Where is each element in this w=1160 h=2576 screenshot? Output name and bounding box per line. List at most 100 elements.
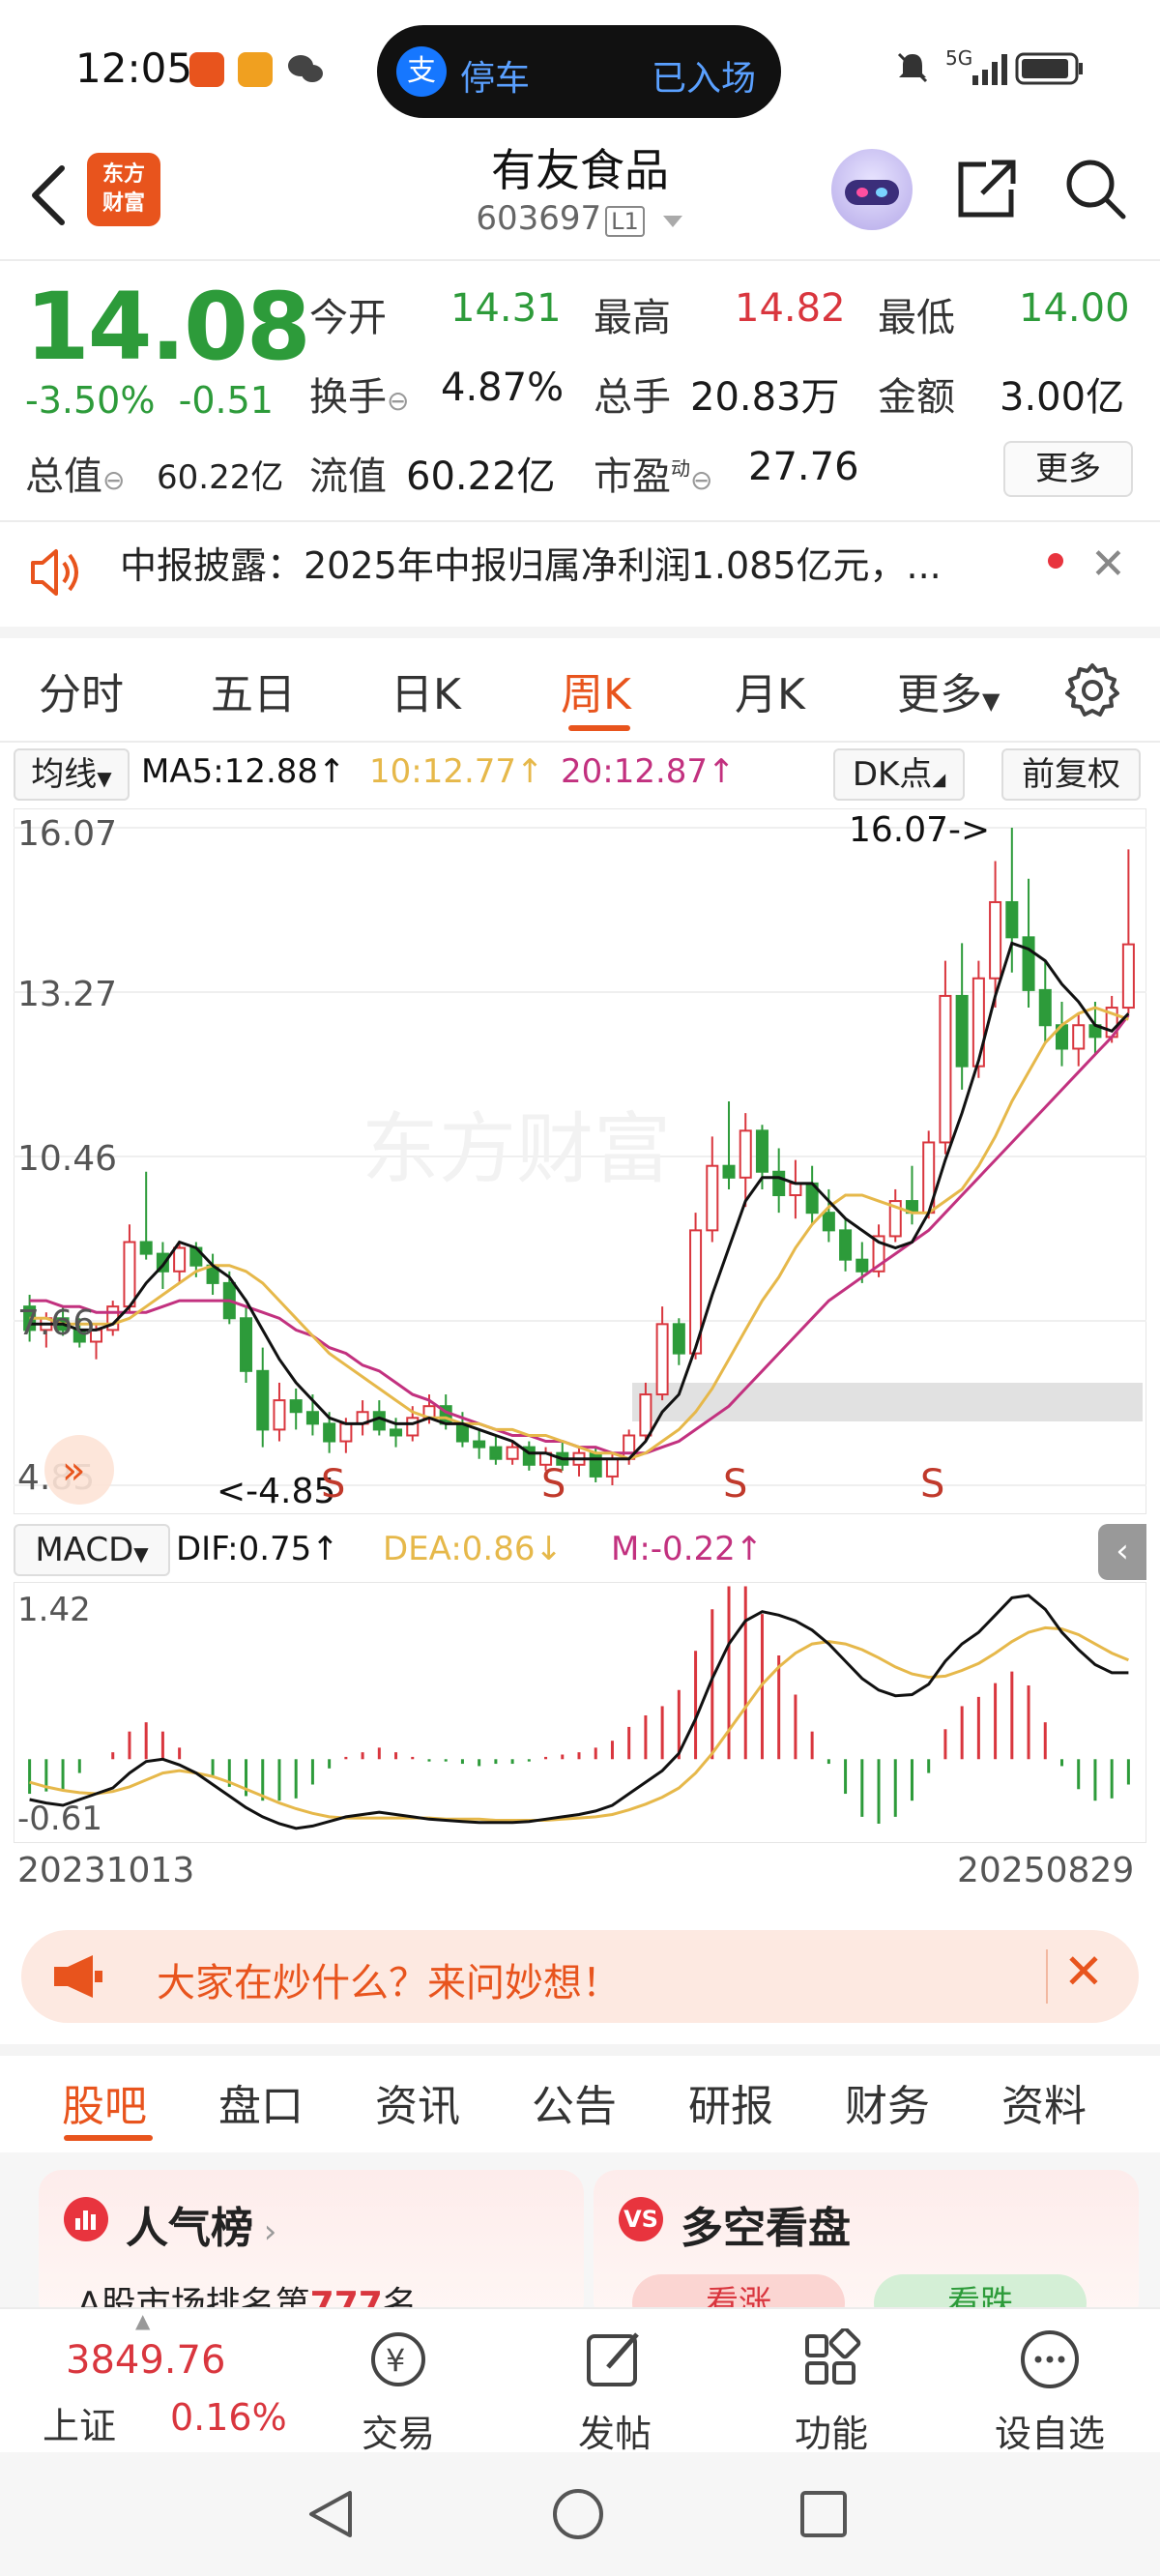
indicator-selector[interactable]: 均线▼ xyxy=(14,748,130,801)
low-label: 最低 xyxy=(878,296,955,340)
parking-status: 已入场 xyxy=(652,59,757,99)
chevron-left-icon: ‹ xyxy=(1116,1532,1129,1570)
high-label: 最高 xyxy=(594,296,671,340)
candle xyxy=(955,994,969,1068)
candle xyxy=(473,1440,486,1449)
gear-icon xyxy=(1065,663,1119,717)
functions-button[interactable]: 功能 xyxy=(754,2328,909,2457)
brand-logo-text: 东方 财富 xyxy=(102,162,145,216)
candle xyxy=(123,1241,136,1308)
active-tab-indicator xyxy=(568,725,630,731)
close-news-button[interactable]: ✕ xyxy=(1090,540,1126,589)
post-label: 发帖 xyxy=(577,2413,652,2455)
collapse-panel-button[interactable]: ‹ xyxy=(1098,1524,1146,1580)
tab-announcements[interactable]: 公告 xyxy=(532,2071,617,2133)
turnover-label-text: 换手 xyxy=(309,375,387,420)
popularity-card[interactable]: 人气榜 › A股市场排名第777名 xyxy=(39,2170,584,2325)
candle xyxy=(1005,900,1019,939)
post-button[interactable]: 发帖 xyxy=(537,2328,692,2457)
index-ticker[interactable]: ▲ 3849.76 上证 0.16% xyxy=(0,2309,290,2454)
tab-monthly-k[interactable]: 月K xyxy=(735,659,805,721)
stock-code-selector[interactable]: 603697 L1 xyxy=(387,199,773,238)
back-button[interactable] xyxy=(21,157,79,234)
unread-dot xyxy=(1048,553,1063,569)
news-headline[interactable]: 中报披露：2025年中报归属净利润1.085亿元，... xyxy=(120,536,1048,589)
x-axis-end-date: 20250829 xyxy=(957,1851,1135,1890)
news-ticker[interactable]: 中报披露：2025年中报归属净利润1.085亿元，... ✕ xyxy=(0,522,1160,629)
trade-button[interactable]: ¥ 交易 xyxy=(321,2328,476,2457)
share-button[interactable] xyxy=(953,155,1021,222)
macd-chart[interactable]: 1.42 -0.61 xyxy=(14,1582,1146,1843)
signal-icon xyxy=(971,50,1013,91)
more-quote-button[interactable]: 更多 xyxy=(1003,441,1133,497)
nav-recents-button[interactable] xyxy=(798,2489,849,2543)
candle xyxy=(972,977,985,1068)
dea-label: DEA:0.86↓ xyxy=(383,1530,563,1568)
pe-label[interactable]: 市盈动⊖ xyxy=(594,445,712,501)
tab-financials[interactable]: 财务 xyxy=(845,2071,930,2133)
chevron-right-icon: › xyxy=(253,2212,277,2251)
change-amount: -0.51 xyxy=(178,379,274,422)
market-cap-value: 60.22亿 xyxy=(157,458,284,497)
status-bar: 12:05 支 停车 已入场 5G xyxy=(0,0,1160,135)
period-tabs: 分时 五日 日K 周K 月K 更多▼ xyxy=(0,640,1160,743)
adjust-mode-button[interactable]: 前复权 xyxy=(1001,748,1141,801)
share-icon xyxy=(958,160,1016,218)
market-cap-label[interactable]: 总值⊖ xyxy=(25,445,125,501)
ask-ai-text[interactable]: 大家在炒什么？来问妙想！ xyxy=(157,1951,621,2007)
float-cap-value: 60.22亿 xyxy=(406,454,556,499)
candle xyxy=(655,1323,669,1396)
macd-indicator-selector[interactable]: MACD▼ xyxy=(14,1524,170,1576)
tab-research[interactable]: 研报 xyxy=(688,2071,773,2133)
tab-intraday[interactable]: 分时 xyxy=(39,659,124,721)
info-icon: ⊖ xyxy=(102,464,126,496)
add-watchlist-button[interactable]: 设自选 xyxy=(972,2328,1127,2457)
tab-more[interactable]: 更多▼ xyxy=(897,659,1000,721)
candle xyxy=(256,1369,270,1431)
ai-assistant-avatar[interactable] xyxy=(831,149,913,230)
sell-signal: S xyxy=(541,1462,566,1507)
y-tick-label: 10.46 xyxy=(17,1139,117,1179)
candle xyxy=(273,1399,286,1431)
turnover-label[interactable]: 换手⊖ xyxy=(309,366,409,422)
tab-daily-k[interactable]: 日K xyxy=(391,659,461,721)
search-button[interactable] xyxy=(1061,155,1129,222)
min-price-annotation: <-4.85 xyxy=(217,1472,335,1511)
tab-news[interactable]: 资讯 xyxy=(375,2071,460,2133)
battery-icon xyxy=(1015,52,1085,89)
y-tick-label: 7.66 xyxy=(17,1303,95,1343)
candle xyxy=(989,900,1002,980)
ask-ai-banner[interactable]: 大家在炒什么？来问妙想！ ✕ xyxy=(21,1930,1139,2023)
pe-superscript: 动 xyxy=(671,456,690,481)
stock-code: 603697 xyxy=(476,199,602,238)
grid-icon xyxy=(805,2328,861,2385)
tab-profile[interactable]: 资料 xyxy=(1001,2071,1087,2133)
svg-text:¥: ¥ xyxy=(386,2342,405,2379)
sell-signal: S xyxy=(321,1462,345,1507)
live-activity-pill[interactable]: 支 停车 已入场 xyxy=(377,25,781,118)
more-dots-icon xyxy=(1021,2330,1079,2388)
square-recents-icon xyxy=(800,2491,847,2537)
edit-icon xyxy=(587,2332,639,2386)
eastmoney-logo: 东方 财富 xyxy=(87,153,160,226)
chart-bars-icon xyxy=(64,2197,108,2241)
tab-five-day[interactable]: 五日 xyxy=(211,659,296,721)
tab-stock-forum[interactable]: 股吧 xyxy=(62,2071,147,2133)
pe-value: 27.76 xyxy=(748,445,859,489)
nav-back-button[interactable] xyxy=(304,2487,358,2545)
divider xyxy=(0,259,1160,261)
status-time: 12:05 xyxy=(75,44,193,92)
expand-panel-button: » xyxy=(44,1435,114,1505)
tab-weekly-k[interactable]: 周K xyxy=(561,659,631,721)
close-banner-button[interactable]: ✕ xyxy=(1063,1944,1104,2000)
watermark: 东方财富 xyxy=(362,1104,671,1194)
dk-point-button[interactable]: DK点◢ xyxy=(833,748,965,801)
sell-signal: S xyxy=(723,1462,747,1507)
parking-label: 停车 xyxy=(460,59,531,99)
sentiment-card[interactable]: VS 多空看盘 看涨 看跌 xyxy=(594,2170,1139,2325)
tab-order-book[interactable]: 盘口 xyxy=(218,2071,304,2133)
weekly-candlestick-chart[interactable]: 东方财富 16.0713.2710.467.664.85 16.07-> <-4… xyxy=(14,808,1146,1514)
triangle-back-icon xyxy=(309,2491,352,2537)
chart-settings-button[interactable] xyxy=(1063,661,1121,719)
nav-home-button[interactable] xyxy=(551,2487,605,2545)
